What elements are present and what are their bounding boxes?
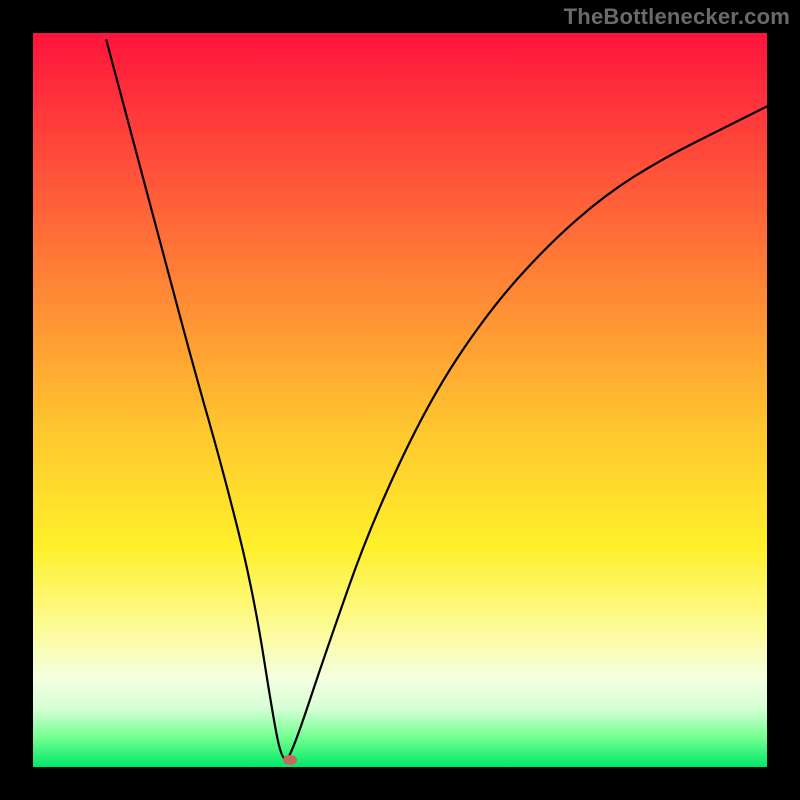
watermark-label: TheBottlenecker.com	[564, 4, 790, 30]
bottleneck-marker	[283, 755, 297, 765]
bottleneck-curve	[33, 33, 767, 767]
chart-frame: TheBottlenecker.com	[0, 0, 800, 800]
plot-area	[33, 33, 767, 767]
curve-path	[106, 40, 767, 759]
